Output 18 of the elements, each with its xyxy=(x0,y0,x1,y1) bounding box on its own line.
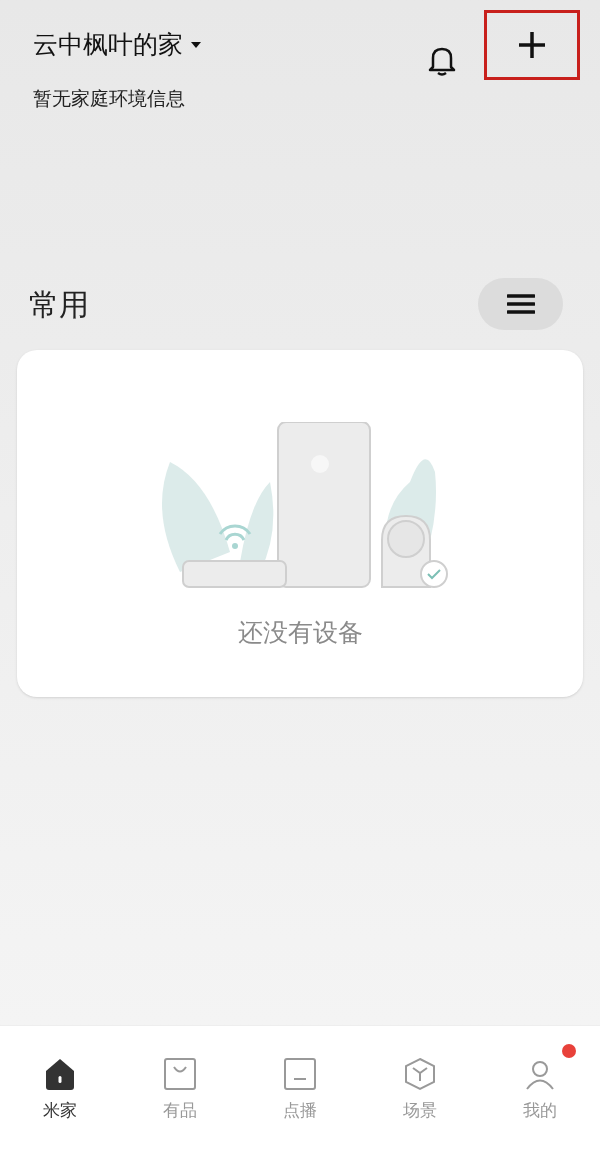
home-name[interactable]: 云中枫叶的家 xyxy=(33,26,183,64)
dropdown-caret-icon xyxy=(191,41,201,48)
tab-bar-item[interactable]: 米家 xyxy=(0,1042,120,1124)
bell-icon[interactable] xyxy=(428,45,456,77)
screen-icon xyxy=(282,1056,318,1092)
tab-bar-item[interactable]: 点播 xyxy=(240,1042,360,1124)
empty-message: 还没有设备 xyxy=(237,617,363,649)
plus-icon xyxy=(517,30,547,60)
section-title: 常用 xyxy=(29,285,89,324)
add-button[interactable] xyxy=(484,10,580,80)
environment-info: 暂无家庭环境信息 xyxy=(33,85,186,111)
menu-button[interactable] xyxy=(478,278,563,330)
tab-bar-item[interactable]: 我的 xyxy=(480,1042,600,1124)
cube-icon xyxy=(402,1056,438,1092)
shopping-bag-icon xyxy=(162,1056,198,1092)
menu-icon xyxy=(506,293,535,315)
tab-bar-item[interactable]: 场景 xyxy=(360,1042,480,1124)
tab-bar-item[interactable]: 有品 xyxy=(120,1042,240,1124)
